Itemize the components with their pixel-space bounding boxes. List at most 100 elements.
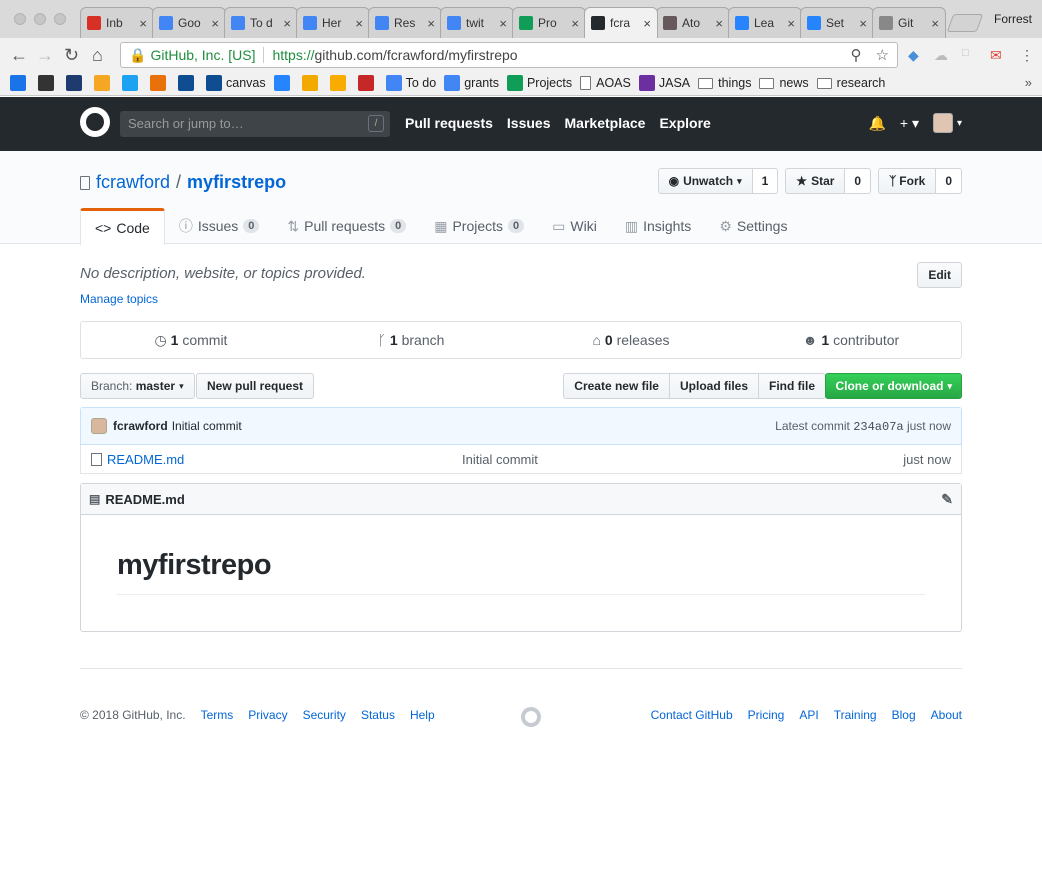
browser-tab[interactable]: Git × (872, 7, 946, 38)
bookmark-star-icon[interactable]: ☆ (876, 46, 889, 64)
bookmark-item[interactable] (122, 75, 142, 91)
footer-link-security[interactable]: Security (303, 708, 346, 722)
tab-pull-requests[interactable]: ⇅ Pull requests 0 (273, 208, 420, 244)
bookmark-item[interactable] (329, 75, 350, 91)
maximize-window-button[interactable] (54, 13, 66, 25)
watch-count[interactable]: 1 (752, 168, 779, 194)
extension-b-icon[interactable]: □ (962, 47, 969, 59)
home-icon[interactable]: ⌂ (92, 45, 103, 66)
bookmark-item[interactable]: things (698, 76, 751, 90)
zoom-search-icon[interactable]: ⚲ (851, 46, 862, 64)
cloud-extension-icon[interactable]: ☁ (934, 47, 948, 64)
header-nav-issues[interactable]: Issues (507, 115, 551, 131)
footer-link-terms[interactable]: Terms (201, 708, 234, 722)
close-tab-icon[interactable]: × (283, 16, 291, 31)
header-nav-marketplace[interactable]: Marketplace (565, 115, 646, 131)
bookmark-item[interactable] (178, 75, 198, 91)
close-tab-icon[interactable]: × (499, 16, 507, 31)
repo-name-link[interactable]: myfirstrepo (187, 172, 286, 193)
forward-arrow-icon[interactable]: → (36, 45, 54, 66)
new-pull-request-button[interactable]: New pull request (196, 373, 315, 399)
avatar[interactable] (91, 418, 107, 434)
close-tab-icon[interactable]: × (211, 16, 219, 31)
github-mark-icon[interactable] (521, 707, 541, 727)
footer-link-blog[interactable]: Blog (892, 708, 916, 722)
star-count[interactable]: 0 (845, 168, 872, 194)
bookmark-item[interactable] (66, 75, 86, 91)
tab-projects[interactable]: ▦ Projects 0 (420, 208, 538, 244)
search-input[interactable]: Search or jump to… / (120, 111, 390, 137)
find-file-button[interactable]: Find file (758, 373, 826, 399)
browser-tab[interactable]: twit × (440, 7, 514, 38)
close-tab-icon[interactable]: × (139, 16, 147, 31)
tab-code[interactable]: <> Code (80, 208, 165, 245)
header-nav-explore[interactable]: Explore (659, 115, 710, 131)
bookmark-item[interactable] (301, 75, 322, 91)
file-name-link[interactable]: README.md (107, 452, 462, 467)
summary-releases[interactable]: ⌂ 0 releases (521, 332, 741, 348)
bookmark-item[interactable]: AOAS (580, 76, 631, 90)
summary-contributor[interactable]: ☻ 1 contributor (741, 332, 961, 348)
bookmark-item[interactable]: Projects (506, 75, 572, 91)
tab-wiki[interactable]: ▭ Wiki (538, 208, 611, 244)
summary-commit[interactable]: ◷ 1 commit (81, 332, 301, 349)
bookmark-item[interactable]: research (816, 76, 885, 90)
back-arrow-icon[interactable]: ← (10, 45, 28, 66)
footer-link-api[interactable]: API (799, 708, 818, 722)
footer-link-pricing[interactable]: Pricing (748, 708, 785, 722)
file-commit-message[interactable]: Initial commit (462, 452, 903, 467)
minimize-window-button[interactable] (34, 13, 46, 25)
footer-link-about[interactable]: About (931, 708, 962, 722)
bookmark-item[interactable] (38, 75, 58, 91)
pencil-icon[interactable]: ✎ (941, 491, 953, 508)
footer-link-privacy[interactable]: Privacy (248, 708, 287, 722)
star-button[interactable]: ★ Star (785, 168, 846, 194)
address-bar[interactable]: 🔒 GitHub, Inc. [US] https:// github.com/… (120, 42, 898, 68)
bookmark-item[interactable] (273, 75, 294, 91)
browser-tab[interactable]: Lea × (728, 7, 802, 38)
summary-branch[interactable]: ᚴ 1 branch (301, 332, 521, 348)
upload-files-button[interactable]: Upload files (668, 373, 759, 399)
plus-dropdown-icon[interactable]: + ▾ (900, 115, 919, 132)
browser-tab[interactable]: Ato × (656, 7, 730, 38)
footer-link-status[interactable]: Status (361, 708, 395, 722)
mail-extension-icon[interactable]: ✉ (990, 47, 1002, 64)
close-window-button[interactable] (14, 13, 26, 25)
browser-tab[interactable]: Pro × (512, 7, 586, 38)
browser-tab[interactable]: fcra × (584, 7, 658, 38)
browser-tab[interactable]: Goo × (152, 7, 226, 38)
bookmarks-overflow-icon[interactable]: » (1025, 75, 1032, 90)
browser-tab[interactable]: Res × (368, 7, 442, 38)
repo-owner-link[interactable]: fcrawford (96, 172, 170, 193)
browser-tab[interactable]: To d × (224, 7, 298, 38)
bookmark-item[interactable] (10, 75, 30, 91)
browser-tab[interactable]: Inb × (80, 7, 154, 38)
footer-link-contact-github[interactable]: Contact GitHub (651, 708, 733, 722)
footer-link-help[interactable]: Help (410, 708, 435, 722)
bookmark-item[interactable] (150, 75, 170, 91)
close-tab-icon[interactable]: × (787, 16, 795, 31)
github-logo-icon[interactable] (80, 107, 110, 137)
site-identity[interactable]: GitHub, Inc. [US] (150, 47, 255, 63)
tab-insights[interactable]: ▥ Insights (611, 208, 705, 244)
close-tab-icon[interactable]: × (931, 16, 939, 31)
bell-icon[interactable]: 🔔 (868, 115, 885, 132)
header-nav-pull-requests[interactable]: Pull requests (405, 115, 493, 131)
bookmark-item[interactable]: grants (444, 75, 499, 91)
close-tab-icon[interactable]: × (571, 16, 579, 31)
bookmark-item[interactable] (94, 75, 114, 91)
commit-message[interactable]: Initial commit (172, 419, 242, 433)
edit-description-button[interactable]: Edit (917, 262, 962, 288)
fork-count[interactable]: 0 (936, 168, 962, 194)
create-new-file-button[interactable]: Create new file (563, 373, 670, 399)
manage-topics-link[interactable]: Manage topics (80, 292, 158, 306)
bookmark-item[interactable] (357, 75, 378, 91)
close-tab-icon[interactable]: × (715, 16, 723, 31)
bookmark-item[interactable]: canvas (206, 75, 266, 91)
close-tab-icon[interactable]: × (643, 16, 651, 31)
bookmark-item[interactable]: JASA (638, 75, 690, 91)
bookmark-item[interactable]: To do (385, 75, 436, 91)
close-tab-icon[interactable]: × (427, 16, 435, 31)
new-tab-button[interactable] (946, 14, 984, 32)
extension-icon[interactable]: ◆ (908, 47, 919, 64)
